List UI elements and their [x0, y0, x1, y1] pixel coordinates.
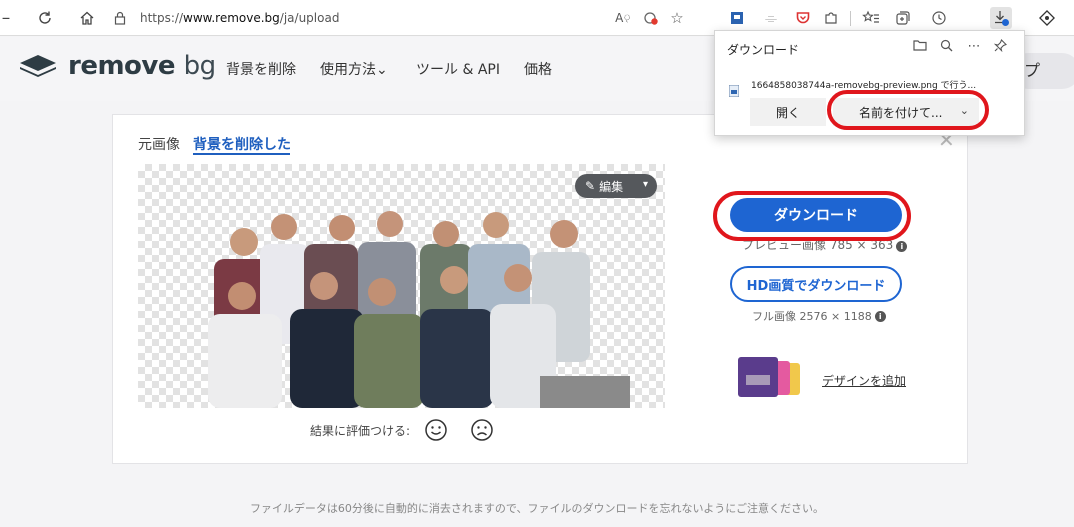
url-text: https://www.remove.bg/ja/upload [140, 11, 340, 25]
nav-how-to-use[interactable]: 使用方法⌄ [320, 59, 388, 79]
downloads-icon[interactable] [990, 7, 1012, 29]
removebg-logo[interactable]: remove bg [20, 51, 216, 81]
pocket-icon[interactable] [792, 7, 814, 29]
edit-button[interactable]: ✎ 編集 ▾ [575, 174, 657, 198]
logo-mark-icon [20, 55, 56, 77]
full-size-caption: フル画像 2576 × 1188 i [752, 308, 886, 324]
result-preview-image [138, 164, 665, 408]
tab-original-image[interactable]: 元画像 [138, 134, 180, 154]
hd-download-button[interactable]: HD画質でダウンロード [730, 266, 902, 302]
add-design-link[interactable]: デザインを追加 [822, 372, 906, 389]
back-icon[interactable]: – [0, 7, 12, 29]
info-icon[interactable]: i [874, 310, 886, 322]
extension-icon[interactable] [726, 7, 748, 29]
copilot-icon[interactable] [1036, 7, 1058, 29]
open-folder-icon[interactable] [911, 39, 929, 55]
png-file-icon [729, 85, 739, 97]
logo-wordmark: remove bg [68, 51, 216, 81]
read-aloud-icon[interactable]: Aৃ [612, 7, 634, 29]
active-tab-indicator [193, 153, 290, 155]
tab-background-removed[interactable]: 背景を削除した [193, 134, 291, 154]
refresh-icon[interactable] [34, 7, 56, 29]
save-as-button[interactable]: 名前を付けて... ⌄ [833, 98, 979, 126]
download-button[interactable]: ダウンロード [730, 198, 902, 232]
edit-dropdown-caret-icon[interactable]: ▾ [643, 179, 648, 190]
group-photo-image [208, 211, 630, 408]
favorites-icon[interactable] [860, 7, 882, 29]
add-favorite-icon[interactable]: ☆ [666, 7, 688, 29]
nav-tools-api[interactable]: ツール & API [416, 59, 500, 79]
edit-label: 編集 [599, 179, 624, 194]
toolbar-divider [850, 11, 851, 26]
tracking-icon[interactable] [640, 7, 662, 29]
download-filename[interactable]: 1664858038744a-removebg-preview.png で行う.… [751, 78, 976, 91]
brush-icon: ✎ [585, 179, 596, 193]
search-icon[interactable] [937, 39, 955, 56]
save-as-label: 名前を付けて... [859, 105, 943, 120]
more-options-icon[interactable]: ⋯ [965, 39, 983, 54]
chevron-down-icon[interactable]: ⌄ [960, 104, 969, 117]
downloads-title: ダウンロード [727, 43, 800, 57]
lock-icon [112, 10, 128, 26]
collections-icon[interactable] [892, 7, 914, 29]
file-retention-note: ファイルデータは60分後に自動的に消去されますので、ファイルのダウンロードを忘れ… [249, 502, 825, 515]
happy-face-icon[interactable] [424, 418, 448, 442]
design-thumbnail-image [738, 357, 800, 397]
history-icon[interactable] [928, 7, 950, 29]
nav-pricing[interactable]: 価格 [524, 59, 552, 79]
home-icon[interactable] [76, 7, 98, 29]
sad-face-icon[interactable] [470, 418, 494, 442]
pin-extension-icon[interactable]: ⌯ [760, 7, 782, 29]
downloads-panel: ダウンロード ⋯ 1664858038744a-removebg-preview… [714, 30, 1025, 136]
nav-remove-bg[interactable]: 背景を削除 [226, 59, 296, 79]
info-icon[interactable]: i [896, 241, 908, 252]
extensions-puzzle-icon[interactable] [820, 7, 842, 29]
preview-size-caption: プレビュー画像 785 × 363 i [742, 236, 908, 253]
rating-row: 結果に評価つける: [310, 418, 494, 442]
rating-label: 結果に評価つける: [310, 423, 411, 438]
pin-panel-icon[interactable] [991, 39, 1009, 56]
open-file-button[interactable]: 開く [750, 98, 826, 126]
